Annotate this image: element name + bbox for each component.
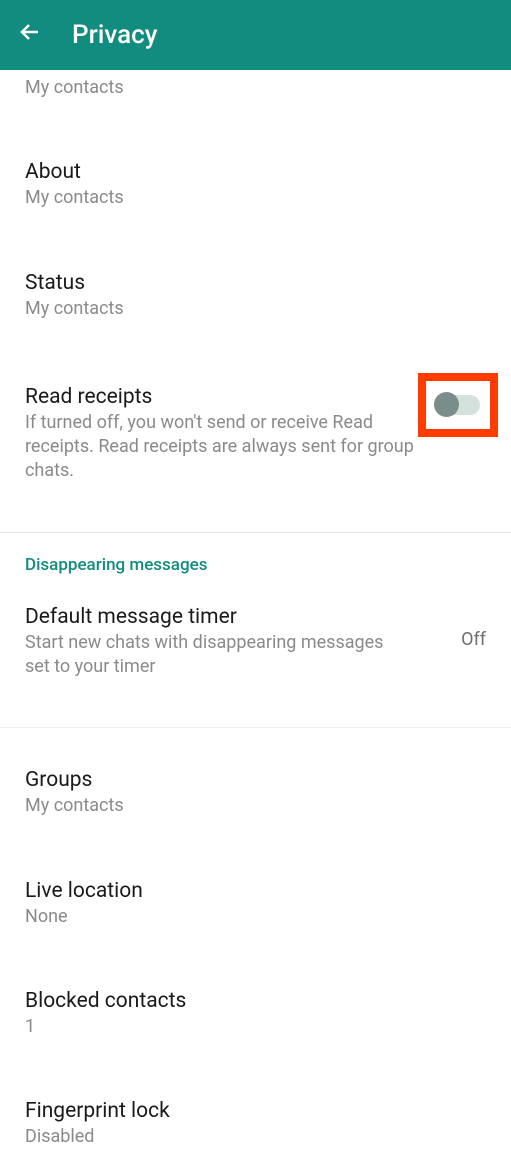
setting-item-blocked[interactable]: Blocked contacts 1 (0, 975, 511, 1057)
setting-title: Live location (25, 879, 486, 903)
setting-title: Read receipts (25, 385, 416, 409)
setting-item-status[interactable]: Status My contacts (0, 257, 511, 339)
setting-item-default-timer[interactable]: Default message timer Start new chats wi… (0, 591, 511, 698)
back-arrow-icon[interactable] (18, 20, 42, 51)
setting-description: Start new chats with disappearing messag… (25, 631, 391, 680)
setting-subtitle: Disabled (25, 1125, 486, 1149)
setting-title: Blocked contacts (25, 989, 486, 1013)
setting-item-fingerprint[interactable]: Fingerprint lock Disabled (0, 1085, 511, 1167)
setting-item-partial[interactable]: My contacts (0, 70, 511, 118)
setting-subtitle: My contacts (25, 297, 486, 321)
setting-subtitle: None (25, 905, 486, 929)
setting-subtitle: My contacts (25, 76, 486, 100)
page-title: Privacy (72, 20, 157, 50)
divider (0, 727, 511, 728)
setting-title: About (25, 160, 486, 184)
setting-subtitle: My contacts (25, 794, 486, 818)
read-receipts-toggle[interactable] (436, 395, 480, 415)
app-header: Privacy (0, 0, 511, 70)
section-header-disappearing: Disappearing messages (0, 555, 511, 591)
setting-title: Fingerprint lock (25, 1099, 486, 1123)
setting-subtitle: 1 (25, 1015, 486, 1039)
setting-item-read-receipts[interactable]: Read receipts If turned off, you won't s… (0, 371, 511, 502)
setting-item-about[interactable]: About My contacts (0, 146, 511, 228)
setting-item-groups[interactable]: Groups My contacts (0, 754, 511, 836)
setting-description: If turned off, you won't send or receive… (25, 411, 416, 484)
setting-subtitle: My contacts (25, 186, 486, 210)
setting-value: Off (461, 629, 486, 650)
highlight-box (418, 373, 498, 437)
setting-item-live-location[interactable]: Live location None (0, 865, 511, 947)
settings-list: My contacts About My contacts Status My … (0, 70, 511, 1168)
toggle-knob-icon (434, 392, 459, 417)
divider (0, 532, 511, 533)
setting-title: Groups (25, 768, 486, 792)
setting-title: Status (25, 271, 486, 295)
setting-title: Default message timer (25, 605, 391, 629)
